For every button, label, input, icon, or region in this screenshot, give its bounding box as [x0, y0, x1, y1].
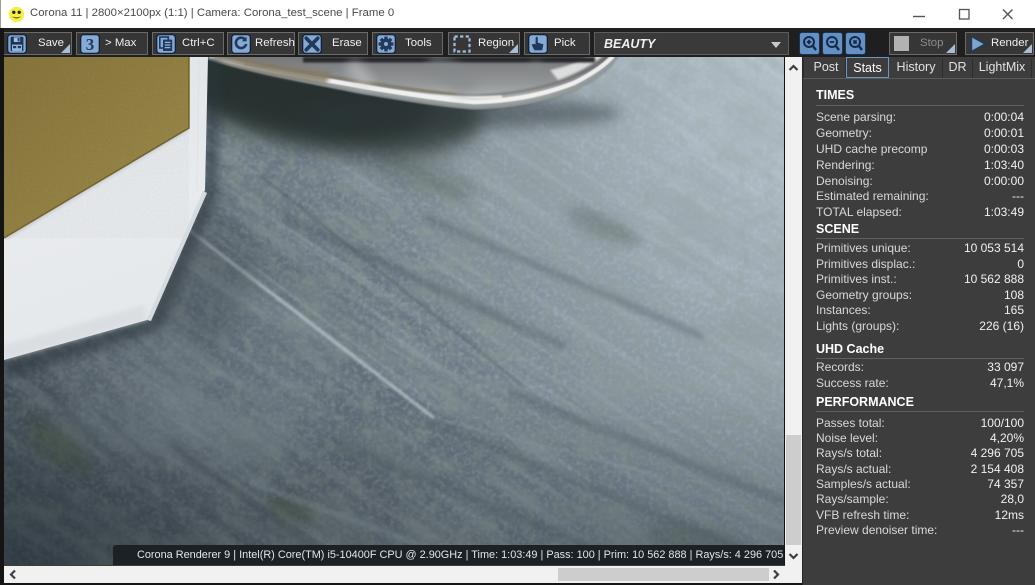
svg-text:3: 3	[86, 35, 95, 54]
